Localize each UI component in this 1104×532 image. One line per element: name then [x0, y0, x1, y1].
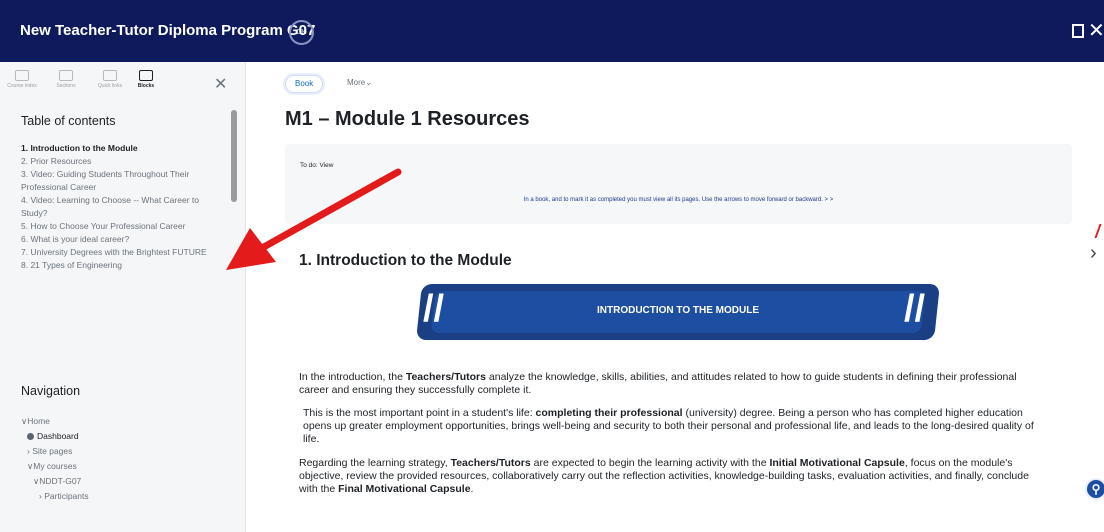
close-icon[interactable]: ✕	[1088, 18, 1104, 43]
more-menu-button[interactable]: More⌄	[347, 78, 372, 87]
tab-label: Sections	[56, 83, 76, 89]
tab-blocks[interactable]: Blocks	[130, 70, 162, 89]
toc-item[interactable]: 2. Prior Resources	[21, 155, 221, 168]
blocks-icon	[139, 70, 153, 81]
nav-item-course[interactable]: ∨NDDT-G07	[21, 474, 221, 489]
course-index-icon	[15, 70, 29, 81]
bold-text: Teachers/Tutors	[450, 457, 531, 469]
bold-text: Teachers/Tutors	[405, 371, 486, 383]
toc-item[interactable]: 5. How to Choose Your Professional Caree…	[21, 220, 221, 233]
book-content: Book More⌄ M1 – Module 1 Resources To do…	[247, 62, 1104, 532]
tab-course-index[interactable]: Course index	[6, 70, 38, 89]
bold-text: Final Motivational Capsule	[338, 483, 471, 495]
book-button[interactable]: Book	[285, 75, 324, 93]
next-page-chevron-icon[interactable]: ›	[1090, 242, 1097, 265]
document-icon[interactable]	[1072, 24, 1084, 38]
nav-label: Participants	[44, 491, 89, 501]
banner-text: INTRODUCTION TO THE MODULE	[596, 305, 760, 316]
bold-text: completing their professional	[535, 407, 683, 419]
text: are expected to begin the learning activ…	[530, 457, 770, 469]
course-header: New Teacher-Tutor Diploma Program G07 0%…	[0, 0, 1104, 62]
tab-quick-links[interactable]: Quick links	[94, 70, 126, 89]
text: In the introduction, the	[299, 371, 406, 383]
progress-ring: 0%	[289, 20, 314, 45]
completion-requirements: To do: View In a book, and to mark it as…	[285, 144, 1072, 224]
nav-label: Dashboard	[37, 431, 79, 441]
toc-item[interactable]: 1. Introduction to the Module	[21, 142, 221, 155]
toc-item[interactable]: 6. What is your ideal career?	[21, 233, 221, 246]
tab-sections[interactable]: Sections	[50, 70, 82, 89]
navigation-tree: ∨Home Dashboard › Site pages ∨My courses…	[21, 414, 221, 504]
nav-label: Home	[27, 416, 50, 426]
nav-label: NDDT-G07	[39, 476, 82, 486]
course-drawer: Course index Sections Quick links Blocks…	[0, 62, 246, 532]
bold-text: Initial Motivational Capsule	[769, 457, 905, 469]
toc-list: 1. Introduction to the Module 2. Prior R…	[21, 142, 221, 272]
quick-links-icon	[103, 70, 117, 81]
book-hint: In a book, and to mark it as completed y…	[523, 197, 834, 203]
toc-item[interactable]: 4. Video: Learning to Choose -- What Car…	[21, 194, 221, 220]
chevron-down-icon: ⌄	[365, 78, 372, 87]
page-title: M1 – Module 1 Resources	[285, 108, 530, 130]
annotation-mark	[1094, 224, 1104, 238]
nav-item-participants[interactable]: › Participants	[21, 489, 221, 504]
more-label: More	[347, 78, 366, 87]
course-title[interactable]: New Teacher-Tutor Diploma Program G07	[20, 22, 315, 39]
text: This is the most important point in a st…	[303, 407, 536, 419]
chevron-right-icon: ›	[39, 491, 42, 501]
tab-label: Blocks	[137, 83, 155, 89]
text: Regarding the learning strategy,	[299, 457, 451, 469]
toc-item[interactable]: 3. Video: Guiding Students Throughout Th…	[21, 168, 221, 194]
todo-label: To do: View	[300, 162, 334, 169]
toc-item[interactable]: 8. 21 Types of Engineering	[21, 259, 221, 272]
toc-heading: Table of contents	[21, 114, 116, 128]
nav-item-dashboard[interactable]: Dashboard	[21, 429, 221, 444]
nav-item-site-pages[interactable]: › Site pages	[21, 444, 221, 459]
navigation-heading: Navigation	[21, 384, 81, 398]
dashboard-icon	[27, 433, 34, 440]
nav-label: My courses	[33, 461, 77, 471]
text: .	[470, 483, 474, 495]
importance-paragraph: This is the most important point in a st…	[299, 407, 1049, 446]
tab-label: Quick links	[97, 83, 123, 89]
close-drawer-icon[interactable]: ✕	[214, 74, 227, 94]
intro-paragraph: In the introduction, the Teachers/Tutors…	[299, 371, 1049, 397]
nav-item-home[interactable]: ∨Home	[21, 414, 221, 429]
toc-item[interactable]: 7. University Degrees with the Brightest…	[21, 246, 221, 259]
chevron-right-icon: ›	[27, 446, 30, 456]
tab-label: Course index	[7, 83, 37, 89]
strategy-paragraph: Regarding the learning strategy, Teacher…	[299, 457, 1049, 496]
sections-icon	[59, 70, 73, 81]
chapter-title: 1. Introduction to the Module	[299, 252, 512, 269]
drawer-tabs: Course index Sections Quick links Blocks	[6, 70, 186, 100]
accessibility-icon[interactable]: ⚲	[1085, 478, 1104, 500]
nav-item-my-courses[interactable]: ∨My courses	[21, 459, 221, 474]
nav-label: Site pages	[32, 446, 73, 456]
drawer-scrollbar[interactable]	[231, 110, 237, 202]
